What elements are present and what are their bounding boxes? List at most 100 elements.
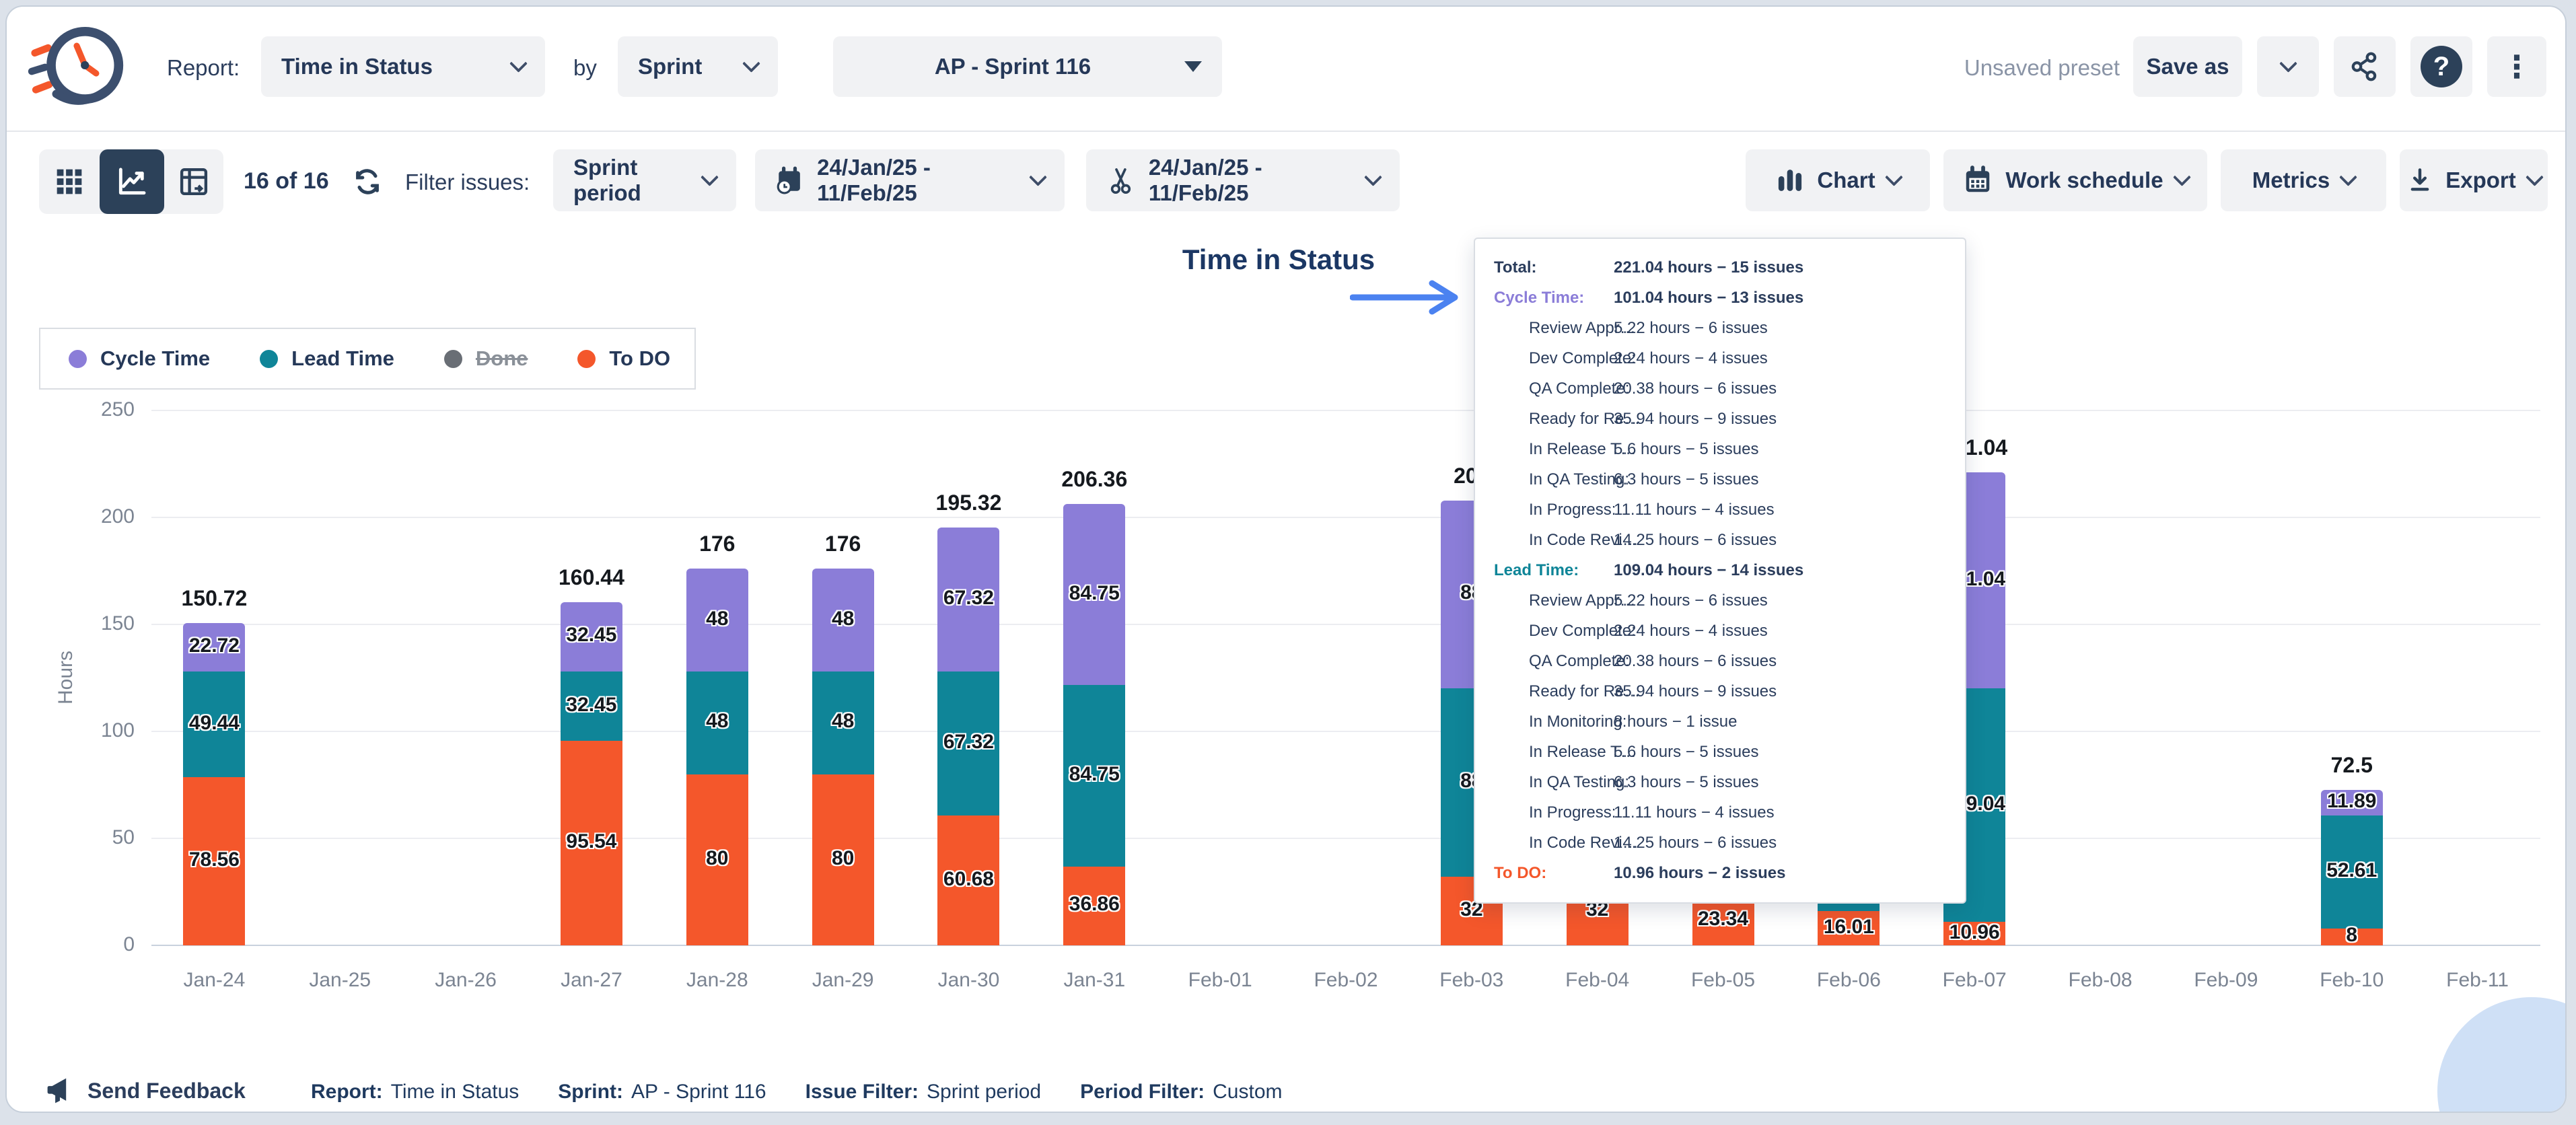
x-axis-label: Feb-04 (1537, 969, 1658, 992)
legend-item-lead-time[interactable]: Lead Time (260, 347, 394, 371)
tooltip-row-label: In Progress: (1529, 803, 1616, 822)
tooltip-row-value: 6.3 hours − 5 issues (1614, 773, 1758, 792)
x-axis-label: Jan-29 (783, 969, 904, 992)
bar-value-label: 22.72 (153, 634, 275, 657)
tooltip-row-label: To DO: (1494, 864, 1546, 883)
legend-dot-icon (260, 350, 278, 368)
bar-value-label: 95.54 (531, 830, 652, 853)
bar-total-label: 150.72 (147, 586, 281, 611)
tooltip-row-value: 2.24 hours − 4 issues (1614, 622, 1768, 641)
footer-summary-value: Time in Status (391, 1081, 520, 1103)
bar-value-label: 84.75 (1034, 582, 1155, 605)
footer-summary-label: Period Filter: (1080, 1081, 1205, 1103)
tooltip-row: QA Complete:20.38 hours − 6 issues (1494, 646, 1965, 676)
legend-item-label: To DO (609, 347, 670, 371)
tooltip-row-value: 35.94 hours − 9 issues (1614, 682, 1777, 701)
x-axis-label: Jan-28 (657, 969, 778, 992)
send-feedback-label: Send Feedback (87, 1079, 246, 1103)
tooltip-row-value: 2.24 hours − 4 issues (1614, 349, 1768, 368)
x-axis-label: Feb-03 (1411, 969, 1532, 992)
tooltip-row-value: 35.94 hours − 9 issues (1614, 410, 1777, 429)
tooltip-row-value: 109.04 hours − 14 issues (1614, 561, 1803, 580)
bar-value-label: 32.45 (531, 694, 652, 717)
tooltip-row: In QA Testing:6.3 hours − 5 issues (1494, 464, 1965, 495)
tooltip-row: Lead Time:109.04 hours − 14 issues (1494, 555, 1965, 585)
x-axis-label: Jan-24 (153, 969, 275, 992)
footer-summary-item: Sprint:AP - Sprint 116 (558, 1081, 766, 1103)
chart-legend: Cycle Time Lead Time Done To DO (39, 328, 696, 390)
tooltip-row-value: 101.04 hours − 13 issues (1614, 289, 1803, 307)
footer-summary-item: Issue Filter:Sprint period (806, 1081, 1042, 1103)
bar-value-label: 80 (783, 847, 904, 870)
legend-item-label: Cycle Time (100, 347, 210, 371)
tooltip-row: In QA Testing:6.3 hours − 5 issues (1494, 767, 1965, 797)
tooltip-row: QA Complete:20.38 hours − 6 issues (1494, 373, 1965, 404)
bar-value-label: 32.45 (531, 624, 652, 647)
tooltip-row-value: 221.04 hours − 15 issues (1614, 258, 1803, 277)
bar-value-label: 10.96 (1914, 921, 2035, 944)
footer-summary-value: AP - Sprint 116 (631, 1081, 766, 1103)
tooltip-row: Review Appr…5.22 hours − 6 issues (1494, 313, 1965, 343)
tooltip-row-value: 11.11 hours − 4 issues (1614, 803, 1775, 822)
tooltip-row-label: In Progress: (1529, 501, 1616, 519)
bar-value-label: 36.86 (1034, 893, 1155, 916)
bar-value-label: 48 (783, 710, 904, 733)
tooltip-row-label: Cycle Time: (1494, 289, 1584, 307)
footer-summary-label: Issue Filter: (806, 1081, 919, 1103)
legend-item-cycle-time[interactable]: Cycle Time (69, 347, 210, 371)
tooltip-row-value: 11.11 hours − 4 issues (1614, 501, 1775, 519)
bar-value-label: 11.89 (2291, 790, 2412, 813)
legend-dot-icon (444, 350, 462, 368)
tooltip-row: Dev Complete:2.24 hours − 4 issues (1494, 616, 1965, 646)
chart-plot: 050100150200250Jan-2478.5649.4422.72150.… (7, 7, 2565, 1112)
tooltip-row: In Code Revi…14.25 hours − 6 issues (1494, 525, 1965, 555)
x-axis-label: Jan-30 (908, 969, 1029, 992)
gridline (151, 517, 2540, 518)
x-axis-label: Jan-26 (405, 969, 526, 992)
bar-value-label: 67.32 (908, 587, 1029, 610)
bar-value-label: 16.01 (1788, 916, 1909, 939)
tooltip-row-value: 14.25 hours − 6 issues (1614, 834, 1777, 852)
gridline (151, 624, 2540, 625)
x-axis-label: Feb-10 (2291, 969, 2412, 992)
tooltip-row: Ready for Re…35.94 hours − 9 issues (1494, 676, 1965, 706)
tooltip-row: To DO:10.96 hours − 2 issues (1494, 858, 1965, 888)
app-window: Report: Time in Status by Sprint AP - Sp… (5, 5, 2567, 1113)
tooltip-row: Ready for Re…35.94 hours − 9 issues (1494, 404, 1965, 434)
annotation-arrow-icon (1350, 279, 1466, 316)
x-axis-label: Feb-11 (2417, 969, 2538, 992)
bar-value-label: 48 (657, 710, 778, 733)
tooltip-row: In Monitoring:8 hours − 1 issue (1494, 706, 1965, 737)
x-axis-label: Feb-07 (1914, 969, 2035, 992)
gridline (151, 410, 2540, 411)
footer-summary: Report:Time in StatusSprint:AP - Sprint … (311, 1081, 1322, 1103)
bar-value-label: 49.44 (153, 712, 275, 735)
bar-total-label: 176 (776, 532, 910, 556)
tooltip-row-label: Total: (1494, 258, 1537, 277)
tooltip-row-value: 14.25 hours − 6 issues (1614, 531, 1777, 550)
tooltip-row: Dev Complete:2.24 hours − 4 issues (1494, 343, 1965, 373)
legend-item-to-do[interactable]: To DO (577, 347, 670, 371)
y-axis-tick-label: 250 (47, 398, 135, 421)
tooltip-row-value: 5.22 hours − 6 issues (1614, 319, 1768, 338)
bar-value-label: 48 (783, 608, 904, 630)
bar-value-label: 67.32 (908, 731, 1029, 754)
y-axis-tick-label: 0 (47, 933, 135, 956)
tooltip-row-value: 6.3 hours − 5 issues (1614, 470, 1758, 489)
y-axis-tick-label: 200 (47, 505, 135, 528)
legend-item-done[interactable]: Done (444, 347, 528, 371)
gridline (151, 838, 2540, 839)
x-axis-label: Jan-25 (279, 969, 400, 992)
tooltip-row: Cycle Time: 101.04 hours − 13 issues (1494, 283, 1965, 313)
tooltip-row: In Progress:11.11 hours − 4 issues (1494, 495, 1965, 525)
bar-total-label: 195.32 (901, 491, 1036, 515)
tooltip-row: In Code Revi…14.25 hours − 6 issues (1494, 828, 1965, 858)
x-axis-label: Jan-27 (531, 969, 652, 992)
x-axis-label: Feb-09 (2166, 969, 2287, 992)
send-feedback-button[interactable]: Send Feedback (44, 1075, 246, 1106)
legend-item-label: Lead Time (291, 347, 394, 371)
bar-value-label: 52.61 (2291, 859, 2412, 882)
bar-total-label: 176 (650, 532, 785, 556)
bar-value-label: 23.34 (1663, 908, 1784, 931)
x-axis-label: Feb-06 (1788, 969, 1909, 992)
